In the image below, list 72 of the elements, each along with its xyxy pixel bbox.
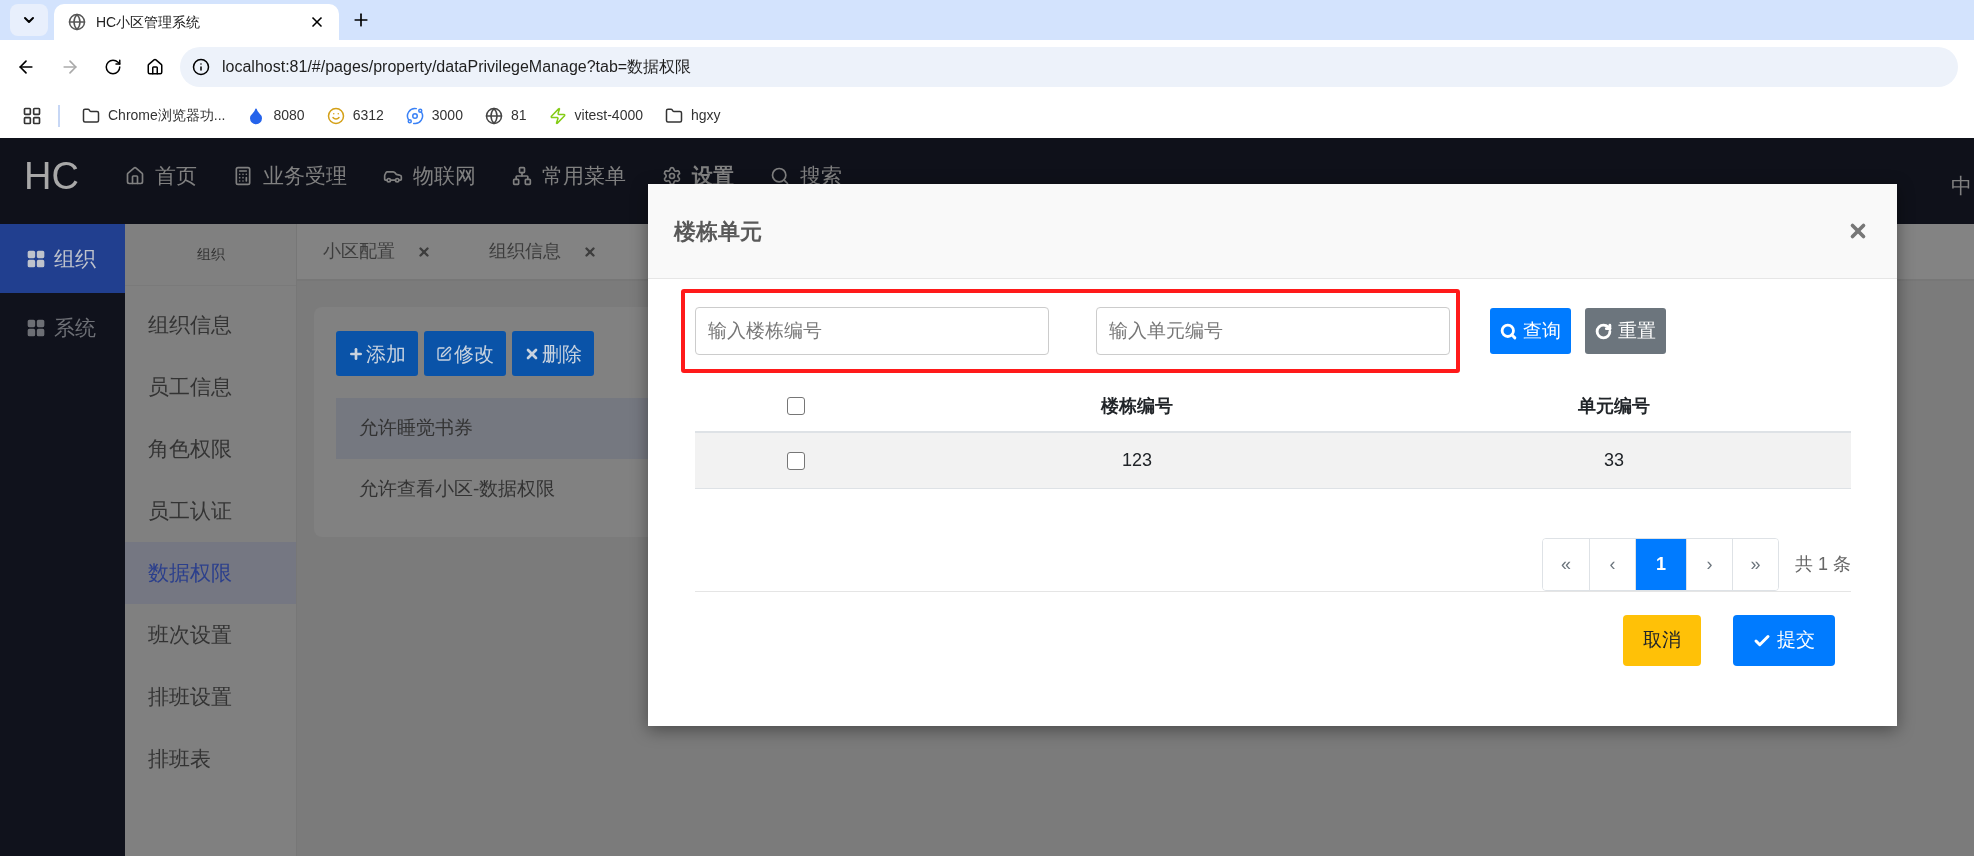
search-icon	[1500, 322, 1517, 340]
side-menu-item[interactable]: 系统	[0, 293, 125, 362]
toolbar-button[interactable]: 删除	[512, 331, 594, 376]
table-cell-text: 123	[1121, 449, 1152, 472]
address-bar[interactable]: localhost:81/#/pages/property/dataPrivilegeManage?tab=数据权限	[180, 46, 1958, 87]
toolbar-button[interactable]: 修改	[424, 331, 506, 376]
page-tab[interactable]: 小区配置	[323, 238, 431, 265]
browser-tab[interactable]: HC小区管理系统	[54, 4, 339, 40]
checkbox[interactable]	[787, 397, 805, 415]
nav-item[interactable]: 业务受理	[233, 152, 347, 200]
bookmark[interactable]: 3000	[405, 105, 463, 126]
bookmark[interactable]: Chrome浏览器功...	[82, 105, 226, 126]
sub-menu-item[interactable]: 角色权限	[125, 418, 296, 480]
sub-menu-item[interactable]: 排班表	[125, 728, 296, 790]
folder-icon	[82, 106, 100, 125]
sub-menu-item[interactable]: 员工认证	[125, 480, 296, 542]
nav-item[interactable]: 物联网	[383, 152, 476, 200]
bookmark[interactable]: hgxy	[665, 105, 721, 126]
nav-item[interactable]: 首页	[125, 152, 197, 200]
submit-button[interactable]: 提交	[1733, 615, 1835, 666]
column-header: 单元编号	[1578, 394, 1650, 418]
figure-icon	[326, 106, 345, 125]
folder-icon	[665, 106, 683, 125]
globe-icon	[68, 13, 86, 31]
globe-icon	[484, 106, 503, 125]
sub-menu-item[interactable]: 班次设置	[125, 604, 296, 666]
nav-item[interactable]: 常用菜单	[512, 152, 626, 200]
edit-icon	[436, 345, 452, 362]
plus-icon	[348, 345, 364, 362]
info-icon	[192, 57, 210, 76]
sub-menu-item[interactable]: 排班设置	[125, 666, 296, 728]
sub-menu-title: 组织	[125, 224, 296, 286]
bookmark[interactable]: 81	[484, 105, 527, 126]
close-icon[interactable]	[309, 14, 325, 30]
side-menu-item[interactable]: 组织	[0, 224, 125, 293]
bookmark[interactable]: vitest-4000	[548, 105, 643, 126]
settings-icon	[662, 166, 682, 186]
page-tab[interactable]: 组织信息	[489, 238, 597, 265]
search-button[interactable]: 查询	[1490, 308, 1571, 354]
apps-icon[interactable]	[22, 105, 42, 126]
table-cell-text: 33	[1604, 449, 1624, 472]
sub-menu-item[interactable]: 员工信息	[125, 356, 296, 418]
column-header: 楼栋编号	[1101, 394, 1173, 418]
tab-list-button[interactable]	[10, 4, 48, 36]
bookmark[interactable]: 6312	[326, 105, 384, 126]
page-button[interactable]: 1	[1635, 539, 1686, 590]
bolt-icon	[548, 106, 567, 125]
reset-icon	[1595, 322, 1612, 340]
page-button[interactable]: »	[1732, 539, 1778, 590]
checkbox[interactable]	[787, 451, 805, 470]
grid-icon	[26, 317, 46, 338]
sub-menu-item[interactable]: 组织信息	[125, 294, 296, 356]
cancel-button[interactable]: 取消	[1623, 615, 1701, 666]
input-field[interactable]: 输入单元编号	[1096, 307, 1450, 355]
toolbar-button[interactable]: 添加	[336, 331, 418, 376]
home-icon	[125, 166, 145, 186]
total-count: 共 1 条	[1795, 553, 1851, 576]
reload-icon[interactable]	[104, 57, 122, 76]
bookmark[interactable]: 8080	[247, 105, 305, 126]
sitemap-icon	[512, 166, 532, 186]
reset-button[interactable]: 重置	[1585, 308, 1666, 354]
logo: HC	[23, 154, 80, 199]
calculator-icon	[233, 166, 253, 186]
planet-icon	[405, 106, 424, 125]
home-icon[interactable]	[146, 57, 164, 76]
user-text[interactable]: 中	[1951, 152, 1974, 210]
input-field[interactable]: 输入楼栋编号	[695, 307, 1049, 355]
modal-title: 楼栋单元	[674, 217, 762, 246]
tab-title: HC小区管理系统	[96, 12, 202, 32]
grid-icon	[26, 248, 46, 269]
url-text: localhost:81/#/pages/property/dataPrivilegeManage?tab=数据权限	[222, 56, 692, 77]
search-icon	[770, 166, 790, 186]
